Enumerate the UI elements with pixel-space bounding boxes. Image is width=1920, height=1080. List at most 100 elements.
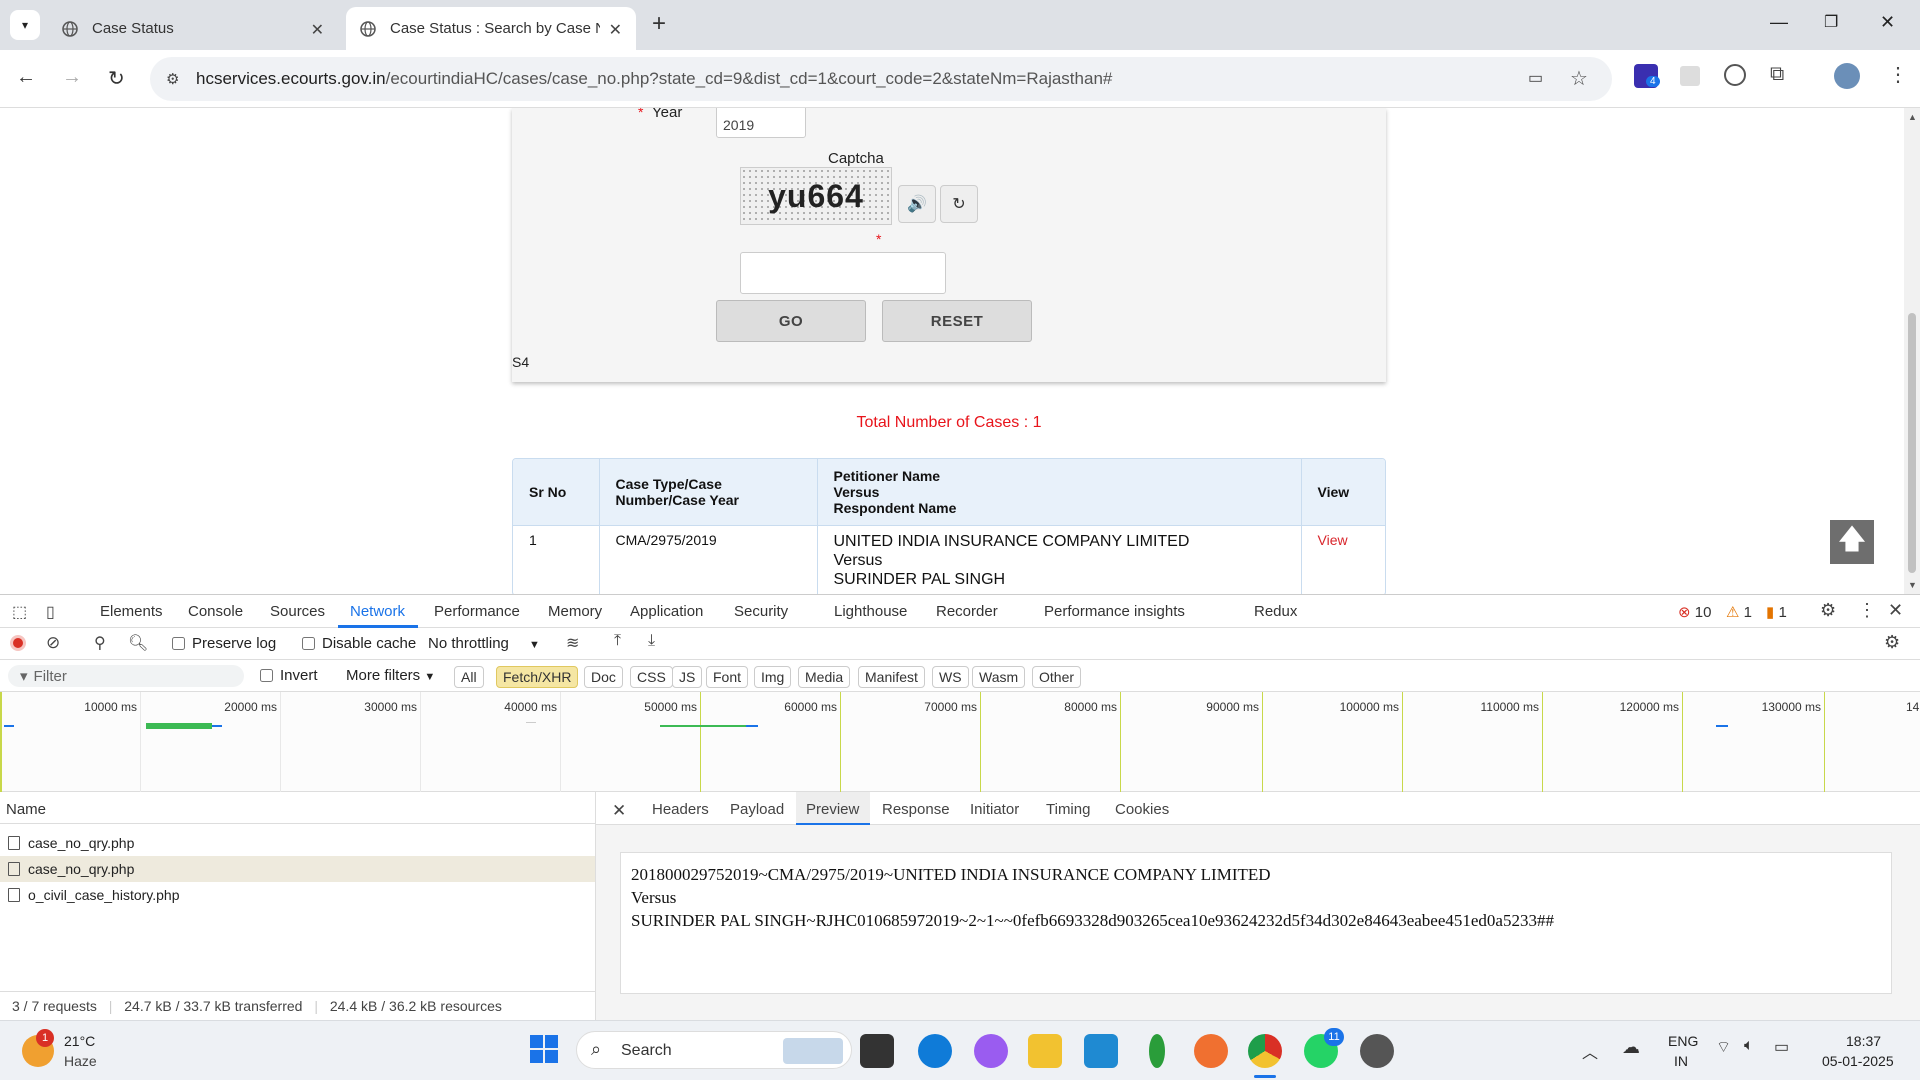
filter-input[interactable]: ▾ Filter — [8, 665, 244, 687]
devtools-tab-performance[interactable]: Performance — [434, 603, 520, 620]
show-hidden-icons[interactable]: ︿ — [1582, 1039, 1598, 1063]
browser-tab-case-status[interactable]: Case Status ✕ — [48, 7, 338, 50]
filter-funnel-icon[interactable]: ⚲ — [94, 633, 106, 653]
type-filter-js[interactable]: JS — [672, 666, 703, 688]
go-button[interactable]: GO — [716, 300, 866, 342]
extension-gray-icon[interactable] — [1680, 66, 1700, 86]
detail-tab-timing[interactable]: Timing — [1046, 801, 1090, 818]
invert-checkbox[interactable] — [260, 669, 273, 682]
warning-count[interactable]: ⚠ 1 — [1726, 603, 1752, 621]
detail-tab-preview[interactable]: Preview — [806, 801, 859, 818]
type-filter-other[interactable]: Other — [1032, 666, 1082, 688]
preserve-log-checkbox[interactable] — [172, 637, 185, 650]
forward-icon[interactable]: → — [62, 66, 82, 89]
type-filter-wasm[interactable]: Wasm — [972, 666, 1026, 688]
name-column-header[interactable]: Name — [0, 792, 595, 824]
import-har-icon[interactable]: ⤒ — [614, 632, 621, 650]
devtools-tab-lighthouse[interactable]: Lighthouse — [834, 603, 907, 620]
devtools-tab-console[interactable]: Console — [188, 603, 243, 620]
close-tab-icon[interactable]: ✕ — [609, 20, 622, 40]
back-icon[interactable]: ← — [16, 66, 36, 89]
export-har-icon[interactable]: ⤓ — [648, 632, 655, 650]
type-filter-ws[interactable]: WS — [932, 666, 969, 688]
type-filter-doc[interactable]: Doc — [584, 666, 623, 688]
devtools-tab-redux[interactable]: Redux — [1254, 603, 1297, 620]
scroll-up-arrow-icon[interactable]: ▲ — [1908, 112, 1917, 122]
request-row[interactable]: o_civil_case_history.php — [0, 882, 595, 908]
chrome-icon[interactable] — [1248, 1034, 1282, 1068]
browser-menu-icon[interactable]: ⋮ — [1888, 62, 1908, 87]
language-top[interactable]: ENG — [1668, 1033, 1698, 1049]
file-explorer-icon[interactable] — [1028, 1034, 1062, 1068]
request-row[interactable]: case_no_qry.php — [0, 856, 595, 882]
inspect-element-icon[interactable]: ⬚ — [12, 602, 27, 622]
page-scrollbar[interactable]: ▲ ▼ — [1904, 108, 1920, 594]
url-text[interactable]: hcservices.ecourts.gov.in/ecourtindiaHC/… — [196, 69, 1112, 89]
detail-tab-cookies[interactable]: Cookies — [1115, 801, 1169, 818]
issues-count[interactable]: ▮ 1 — [1766, 603, 1787, 621]
clock-time[interactable]: 18:37 — [1846, 1033, 1881, 1049]
type-filter-media[interactable]: Media — [798, 666, 851, 688]
throttling-select[interactable]: No throttling ▼ — [428, 635, 540, 652]
extension-icon[interactable]: 4 — [1634, 64, 1660, 88]
record-icon[interactable] — [10, 635, 26, 651]
devtools-tab-performance-insights[interactable]: Performance insights — [1044, 603, 1185, 620]
request-row[interactable]: case_no_qry.php — [0, 830, 595, 856]
detail-tab-initiator[interactable]: Initiator — [970, 801, 1019, 818]
window-close-icon[interactable]: ✕ — [1880, 12, 1895, 33]
detail-tab-response[interactable]: Response — [882, 801, 950, 818]
devtools-tab-application[interactable]: Application — [630, 603, 703, 620]
devtools-tab-elements[interactable]: Elements — [100, 603, 163, 620]
clear-icon[interactable]: ⊘ — [46, 633, 60, 653]
extensions-puzzle-icon[interactable]: ⧉ — [1770, 63, 1784, 86]
mongodb-icon[interactable] — [1149, 1034, 1165, 1068]
profile-avatar[interactable] — [1834, 63, 1860, 89]
restore-icon[interactable]: ❐ — [1824, 12, 1838, 32]
detail-tab-headers[interactable]: Headers — [652, 801, 709, 818]
devtools-settings-icon[interactable]: ⚙ — [1820, 600, 1836, 621]
network-conditions-icon[interactable]: ≋ — [566, 633, 579, 653]
scrollbar-thumb[interactable] — [1908, 313, 1916, 573]
clock-date[interactable]: 05-01-2025 — [1822, 1053, 1894, 1069]
cast-off-icon[interactable]: ▭ — [1528, 68, 1543, 88]
task-view-icon[interactable] — [860, 1034, 894, 1068]
wifi-icon[interactable]: ⌔ — [1716, 1037, 1731, 1057]
devtools-tab-recorder[interactable]: Recorder — [936, 603, 998, 620]
browser-tab-search-by-case[interactable]: Case Status : Search by Case Nu ✕ — [346, 7, 636, 50]
detail-tab-payload[interactable]: Payload — [730, 801, 784, 818]
reload-icon[interactable]: ↻ — [108, 66, 125, 91]
view-link[interactable]: View — [1301, 524, 1385, 594]
minimize-icon[interactable]: — — [1770, 12, 1788, 33]
tab-search-icon[interactable]: ▾ — [10, 10, 40, 40]
battery-icon[interactable]: ▭ — [1774, 1037, 1789, 1057]
captcha-audio-button[interactable]: 🔊 — [898, 185, 936, 223]
taskbar-search-box[interactable]: ⌕ Search — [576, 1031, 852, 1069]
network-settings-icon[interactable]: ⚙ — [1884, 632, 1900, 653]
volume-icon[interactable]: 🔈︎ — [1744, 1037, 1754, 1055]
error-count[interactable]: ⊗ 10 — [1678, 603, 1711, 621]
type-filter-fetch-xhr[interactable]: Fetch/XHR — [496, 666, 579, 688]
close-tab-icon[interactable]: ✕ — [311, 20, 324, 40]
start-icon[interactable] — [530, 1035, 558, 1063]
postman-icon[interactable] — [1194, 1034, 1228, 1068]
devtools-close-icon[interactable]: ✕ — [1888, 600, 1903, 621]
bookmark-star-icon[interactable]: ☆ — [1570, 66, 1588, 91]
scroll-to-top-button[interactable]: 🡅 — [1830, 520, 1874, 564]
type-filter-manifest[interactable]: Manifest — [858, 666, 925, 688]
captcha-refresh-button[interactable]: ↻ — [940, 185, 978, 223]
whatsapp-icon[interactable]: 11 — [1304, 1028, 1344, 1068]
type-filter-css[interactable]: CSS — [630, 666, 673, 688]
cloud-icon[interactable]: ☁ — [1622, 1037, 1640, 1058]
weather-temp[interactable]: 21°C — [64, 1033, 95, 1049]
vscode-icon[interactable] — [1084, 1034, 1118, 1068]
year-input[interactable]: 2019 — [716, 108, 806, 138]
type-filter-img[interactable]: Img — [754, 666, 792, 688]
reset-button[interactable]: RESET — [882, 300, 1032, 342]
address-bar[interactable]: ⚙ hcservices.ecourts.gov.in/ecourtindiaH… — [150, 57, 1612, 101]
devtools-tab-network[interactable]: Network — [350, 603, 405, 620]
more-filters-dropdown[interactable]: More filters ▼ — [346, 667, 435, 684]
disable-cache-checkbox[interactable] — [302, 637, 315, 650]
devtools-tab-memory[interactable]: Memory — [548, 603, 602, 620]
extension-circle-icon[interactable] — [1724, 64, 1746, 86]
devtools-menu-icon[interactable]: ⋮ — [1858, 600, 1876, 621]
